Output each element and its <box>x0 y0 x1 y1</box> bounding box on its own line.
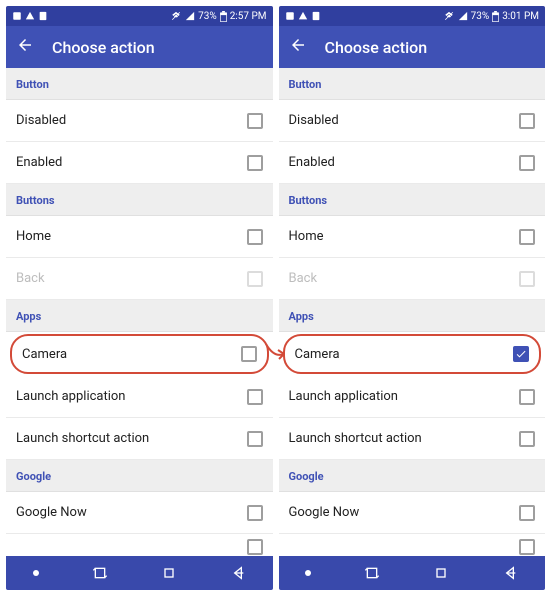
list-row: Back <box>6 258 273 300</box>
section-header: Apps <box>6 300 273 332</box>
home-icon[interactable] <box>161 565 177 581</box>
list-row[interactable]: Google Now <box>6 492 273 534</box>
checkbox <box>247 271 263 287</box>
checkbox[interactable] <box>241 346 257 362</box>
recents-icon[interactable] <box>364 565 380 581</box>
checkbox <box>519 271 535 287</box>
checkbox[interactable] <box>247 229 263 245</box>
list-row[interactable]: Home <box>6 216 273 258</box>
row-label: Camera <box>295 347 340 362</box>
row-label: Disabled <box>16 113 66 128</box>
row-label: Launch application <box>16 389 125 404</box>
row-label: Enabled <box>289 155 335 170</box>
section-header: Buttons <box>279 184 546 216</box>
content-list[interactable]: Button Disabled Enabled Buttons Home Bac… <box>279 68 546 556</box>
row-label: Enabled <box>16 155 62 170</box>
list-row[interactable]: Enabled <box>279 142 546 184</box>
checkbox[interactable] <box>519 505 535 521</box>
list-row[interactable]: Camera <box>283 334 542 374</box>
list-row[interactable]: Enabled <box>6 142 273 184</box>
checkbox[interactable] <box>519 389 535 405</box>
section-header: Button <box>279 68 546 100</box>
row-label: Home <box>289 229 324 244</box>
appbar: Choose action <box>6 26 273 68</box>
section-header: Buttons <box>6 184 273 216</box>
appbar-title: Choose action <box>52 38 155 57</box>
screen-1: 73% 3:01 PM Choose action Button Disable… <box>279 6 546 590</box>
checkbox[interactable] <box>247 431 263 447</box>
row-label: Launch shortcut action <box>289 431 422 446</box>
android-navbar <box>6 556 273 590</box>
android-navbar <box>279 556 546 590</box>
checkbox[interactable] <box>519 539 535 555</box>
row-label: Google Now <box>289 505 360 520</box>
section-header: Apps <box>279 300 546 332</box>
section-header: Google <box>279 460 546 492</box>
list-row[interactable]: Google Now <box>279 492 546 534</box>
back-nav-icon[interactable] <box>230 565 246 581</box>
statusbar: 73% 2:57 PM <box>6 6 273 26</box>
checkbox[interactable] <box>247 539 263 555</box>
row-label: Launch shortcut action <box>16 431 149 446</box>
list-row[interactable]: Launch shortcut action <box>279 418 546 460</box>
row-label: Back <box>289 271 318 286</box>
status-right: 73% 3:01 PM <box>443 11 539 22</box>
checkbox[interactable] <box>247 505 263 521</box>
section-header: Google <box>6 460 273 492</box>
appbar: Choose action <box>279 26 546 68</box>
row-label: Home <box>16 229 51 244</box>
list-row[interactable]: Camera <box>10 334 269 374</box>
status-left-icons <box>285 11 321 21</box>
list-row: Back <box>279 258 546 300</box>
status-right: 73% 2:57 PM <box>170 11 266 22</box>
section-header: Button <box>6 68 273 100</box>
row-label: Google Now <box>16 505 87 520</box>
checkbox[interactable] <box>247 113 263 129</box>
status-left-icons <box>12 11 48 21</box>
list-row[interactable]: Launch application <box>279 376 546 418</box>
back-icon[interactable] <box>16 36 34 58</box>
screen-0: 73% 2:57 PM Choose action Button Disable… <box>6 6 273 590</box>
checkbox[interactable] <box>519 229 535 245</box>
checkbox[interactable] <box>519 113 535 129</box>
statusbar: 73% 3:01 PM <box>279 6 546 26</box>
content-list[interactable]: Button Disabled Enabled Buttons Home Bac… <box>6 68 273 556</box>
checkbox[interactable] <box>519 431 535 447</box>
nav-dot <box>305 570 311 576</box>
back-nav-icon[interactable] <box>502 565 518 581</box>
list-row[interactable]: Home <box>279 216 546 258</box>
recents-icon[interactable] <box>92 565 108 581</box>
list-row[interactable] <box>279 534 546 556</box>
row-label: Back <box>16 271 45 286</box>
row-label: Disabled <box>289 113 339 128</box>
checkbox[interactable] <box>247 389 263 405</box>
list-row[interactable]: Disabled <box>6 100 273 142</box>
checkbox[interactable] <box>513 346 529 362</box>
row-label: Camera <box>22 347 67 362</box>
home-icon[interactable] <box>433 565 449 581</box>
nav-dot <box>33 570 39 576</box>
checkbox[interactable] <box>247 155 263 171</box>
back-icon[interactable] <box>289 36 307 58</box>
list-row[interactable]: Launch application <box>6 376 273 418</box>
list-row[interactable]: Launch shortcut action <box>6 418 273 460</box>
row-label: Launch application <box>289 389 398 404</box>
checkbox[interactable] <box>519 155 535 171</box>
list-row[interactable] <box>6 534 273 556</box>
list-row[interactable]: Disabled <box>279 100 546 142</box>
appbar-title: Choose action <box>325 38 428 57</box>
